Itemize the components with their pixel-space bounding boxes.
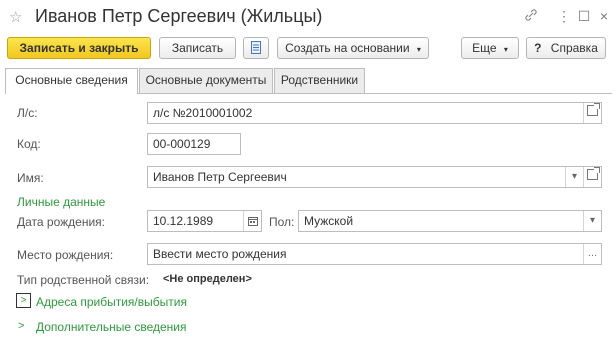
gender-value: Мужской bbox=[304, 214, 354, 228]
name-value: Иванов Петр Сергеевич bbox=[153, 170, 287, 184]
name-field[interactable]: Иванов Петр Сергеевич ▾ bbox=[147, 166, 602, 188]
extra-info-group-toggle[interactable]: Дополнительные сведения bbox=[36, 320, 186, 334]
save-button[interactable]: Записать bbox=[159, 37, 236, 59]
close-icon[interactable]: × bbox=[596, 8, 612, 24]
account-value: л/с №2010001002 bbox=[153, 106, 253, 120]
chevron-down-icon: ▾ bbox=[503, 45, 508, 54]
chevron-right-icon[interactable]: > bbox=[18, 320, 24, 332]
code-input[interactable]: 00-000129 bbox=[147, 133, 241, 155]
account-field[interactable]: л/с №2010001002 bbox=[147, 102, 602, 124]
help-label: Справка bbox=[550, 41, 598, 55]
relation-type-label: Тип родственной связи: bbox=[17, 273, 150, 287]
name-label: Имя: bbox=[17, 171, 44, 185]
help-button[interactable]: ? Справка bbox=[526, 37, 606, 59]
open-icon[interactable] bbox=[583, 167, 601, 187]
gender-select[interactable]: Мужской ▾ bbox=[298, 210, 602, 232]
chevron-right-icon[interactable]: > bbox=[16, 293, 31, 308]
birthdate-value: 10.12.1989 bbox=[153, 214, 214, 228]
tab-main-documents[interactable]: Основные документы bbox=[139, 68, 273, 93]
open-icon[interactable] bbox=[583, 103, 601, 123]
birthplace-field[interactable]: Ввести место рождения … bbox=[147, 243, 602, 265]
maximize-icon[interactable]: ☐ bbox=[576, 8, 592, 25]
chevron-down-icon[interactable]: ▾ bbox=[565, 167, 583, 187]
more-label: Еще bbox=[472, 41, 497, 55]
create-based-on-button[interactable]: Создать на основании ▾ bbox=[277, 37, 429, 59]
birthdate-input[interactable]: 10.12.1989 bbox=[147, 210, 262, 232]
gender-label: Пол: bbox=[269, 215, 295, 229]
relation-type-value: <Не определен> bbox=[163, 273, 252, 285]
ellipsis-icon[interactable]: … bbox=[583, 244, 601, 264]
personal-data-heading: Личные данные bbox=[17, 195, 106, 209]
birthdate-label: Дата рождения: bbox=[17, 215, 105, 229]
more-actions-icon[interactable]: ⋮ bbox=[556, 8, 572, 25]
calendar-icon[interactable] bbox=[243, 211, 261, 231]
tab-relatives[interactable]: Родственники bbox=[274, 68, 365, 93]
chevron-down-icon: ▾ bbox=[416, 45, 421, 54]
account-label: Л/с: bbox=[17, 106, 38, 120]
window-title: Иванов Петр Сергеевич (Жильцы) bbox=[35, 6, 323, 26]
birthplace-label: Место рождения: bbox=[17, 248, 114, 262]
more-button[interactable]: Еще ▾ bbox=[461, 37, 519, 59]
addresses-group-toggle[interactable]: Адреса прибытия/выбытия bbox=[36, 295, 187, 309]
code-label: Код: bbox=[17, 137, 41, 151]
link-icon[interactable] bbox=[523, 8, 539, 25]
help-icon: ? bbox=[534, 41, 542, 55]
tab-main-info[interactable]: Основные сведения bbox=[5, 68, 138, 94]
save-and-close-button[interactable]: Записать и закрыть bbox=[7, 37, 151, 59]
favorite-star-icon[interactable]: ☆ bbox=[9, 8, 22, 26]
create-based-on-label: Создать на основании bbox=[285, 41, 410, 55]
chevron-down-icon[interactable]: ▾ bbox=[583, 211, 601, 231]
document-icon-button[interactable] bbox=[243, 37, 269, 59]
birthplace-value: Ввести место рождения bbox=[153, 247, 287, 261]
